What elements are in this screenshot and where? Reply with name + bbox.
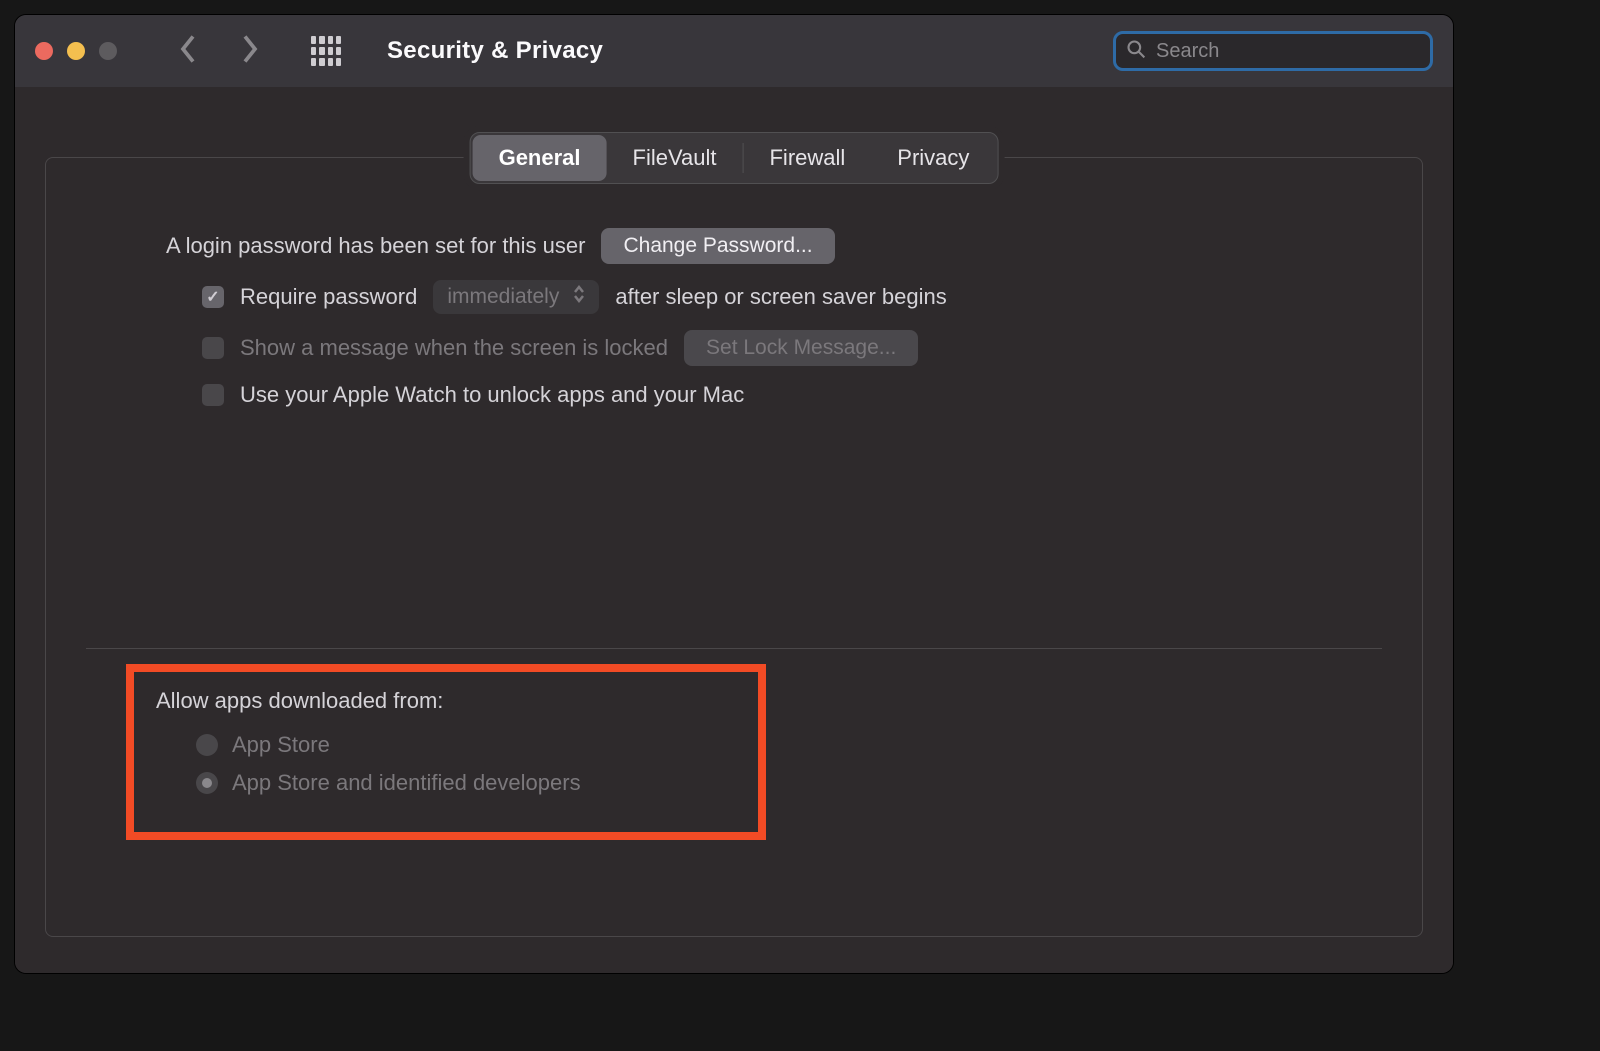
search-icon xyxy=(1126,39,1146,64)
show-all-preferences-icon[interactable] xyxy=(311,36,341,66)
tab-filevault[interactable]: FileVault xyxy=(607,135,743,181)
login-password-text: A login password has been set for this u… xyxy=(166,233,585,259)
tab-bar: General FileVault Firewall Privacy xyxy=(470,132,999,184)
forward-button[interactable] xyxy=(239,34,261,69)
allow-apps-title: Allow apps downloaded from: xyxy=(156,688,736,714)
security-privacy-window: Security & Privacy General FileVault Fir… xyxy=(14,14,1454,974)
tab-firewall[interactable]: Firewall xyxy=(743,135,871,181)
after-sleep-label: after sleep or screen saver begins xyxy=(615,284,946,310)
updown-caret-icon xyxy=(573,285,585,309)
show-message-checkbox[interactable] xyxy=(202,337,224,359)
require-password-delay-value: immediately xyxy=(447,285,559,309)
window-title: Security & Privacy xyxy=(387,37,603,65)
search-input[interactable] xyxy=(1156,40,1421,63)
minimize-window-button[interactable] xyxy=(67,42,85,60)
allow-identified-radio[interactable] xyxy=(196,772,218,794)
titlebar: Security & Privacy xyxy=(15,15,1453,87)
allow-appstore-radio[interactable] xyxy=(196,734,218,756)
allow-appstore-row: App Store xyxy=(196,732,736,758)
apple-watch-row: Use your Apple Watch to unlock apps and … xyxy=(202,382,1382,408)
close-window-button[interactable] xyxy=(35,42,53,60)
set-lock-message-button[interactable]: Set Lock Message... xyxy=(684,330,918,366)
show-message-row: Show a message when the screen is locked… xyxy=(202,330,1382,366)
change-password-button[interactable]: Change Password... xyxy=(601,228,834,264)
general-section: A login password has been set for this u… xyxy=(86,158,1382,408)
show-message-label: Show a message when the screen is locked xyxy=(240,335,668,361)
tab-general[interactable]: General xyxy=(473,135,607,181)
allow-identified-row: App Store and identified developers xyxy=(196,770,736,796)
require-password-delay-select[interactable]: immediately xyxy=(433,280,599,314)
require-password-checkbox[interactable] xyxy=(202,286,224,308)
login-password-row: A login password has been set for this u… xyxy=(166,228,1382,264)
tab-privacy[interactable]: Privacy xyxy=(871,135,995,181)
search-field-container[interactable] xyxy=(1113,31,1433,71)
apple-watch-checkbox[interactable] xyxy=(202,384,224,406)
apple-watch-label: Use your Apple Watch to unlock apps and … xyxy=(240,382,744,408)
require-password-row: Require password immediately after sleep… xyxy=(202,280,1382,314)
section-divider xyxy=(86,648,1382,649)
content-area: General FileVault Firewall Privacy A log… xyxy=(15,87,1453,974)
allow-identified-label: App Store and identified developers xyxy=(232,770,581,796)
back-button[interactable] xyxy=(177,34,199,69)
allow-apps-highlight-box: Allow apps downloaded from: App Store Ap… xyxy=(126,664,766,840)
settings-panel: General FileVault Firewall Privacy A log… xyxy=(45,157,1423,937)
allow-appstore-label: App Store xyxy=(232,732,330,758)
nav-arrows xyxy=(177,34,261,69)
require-password-label: Require password xyxy=(240,284,417,310)
window-controls xyxy=(35,42,117,60)
maximize-window-button[interactable] xyxy=(99,42,117,60)
